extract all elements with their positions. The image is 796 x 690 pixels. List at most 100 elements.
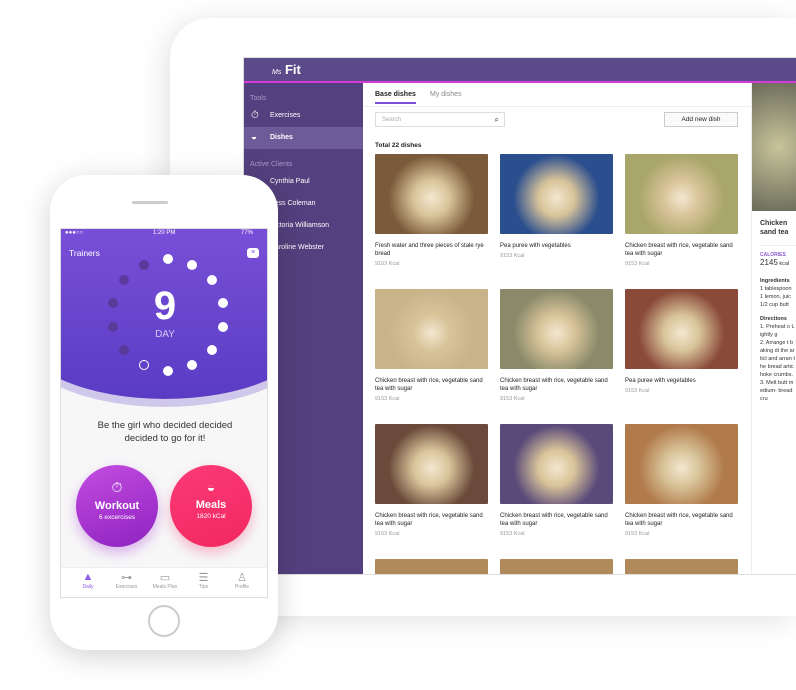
dish-card-partial[interactable] xyxy=(375,559,488,574)
search-icon: ⌕ xyxy=(494,115,499,124)
meals-button[interactable]: ◒ Meals 1820 kCal xyxy=(170,465,252,547)
dish-card[interactable]: Chicken breast with rice, vegetable sand… xyxy=(625,424,738,537)
workout-title: Workout xyxy=(94,500,140,512)
nav-label: Exercises xyxy=(115,584,138,590)
ingredient: 1 lemon, juic xyxy=(760,294,791,300)
directions-list: 1. Preheat o Lightly g 2. Arrange t baki… xyxy=(760,323,795,403)
nav-item-tips[interactable]: ☰ Tips xyxy=(184,571,224,590)
dish-card[interactable]: Pea puree with vegetables 9153 Kcal xyxy=(625,289,738,394)
dish-card[interactable]: Chicken breast with rice, vegetable sand… xyxy=(375,424,488,537)
nav-item-exercises[interactable]: ⊶ Exercises xyxy=(107,571,147,590)
bowl-icon: ◒ xyxy=(206,479,216,495)
dish-card[interactable]: Chicken breast with rice, vegetable sand… xyxy=(625,154,738,267)
dumbbell-icon: ⊶ xyxy=(121,572,132,584)
dish-kcal: 9153 Kcal xyxy=(500,253,525,259)
day-progress-dot xyxy=(138,259,149,270)
clipboard-icon: ▭ xyxy=(159,572,171,584)
dish-card[interactable]: Pea puree with vegetables 9153 Kcal xyxy=(500,154,613,259)
day-number: 9 xyxy=(153,284,177,328)
document-icon: ☰ xyxy=(198,572,209,584)
search-input[interactable]: Search ⌕ xyxy=(375,112,505,127)
active-clients-heading: Active Clients xyxy=(250,161,293,168)
tabs: Base dishes My dishes xyxy=(363,83,751,107)
dish-image xyxy=(625,559,738,574)
dish-name: Pea puree with vegetables xyxy=(625,378,696,384)
dish-kcal: 9153 Kcal xyxy=(375,396,400,402)
dish-name: Chicken breast with rice, vegetable sand… xyxy=(500,513,608,527)
dish-image xyxy=(625,289,738,369)
dish-image xyxy=(375,154,488,234)
search-placeholder: Search xyxy=(382,117,402,123)
direction-step: 2. Arrange t baking di the articl and ar… xyxy=(760,340,795,378)
logo-prefix: Ms xyxy=(272,69,282,76)
dish-card[interactable]: Fresh water and three pieces of stale ry… xyxy=(375,154,488,267)
chat-icon[interactable]: ≡ xyxy=(247,248,259,258)
dishes-panel: Base dishes My dishes Search ⌕ Add new di… xyxy=(363,83,751,574)
dish-kcal: 9153 Kcal xyxy=(625,531,650,537)
dish-card[interactable]: Chicken breast with rice, vegetable sand… xyxy=(500,424,613,537)
day-progress-dot xyxy=(187,259,198,270)
stopwatch-icon: ⏱ xyxy=(251,110,259,121)
dish-detail-title: Chicken sand tea xyxy=(760,220,789,236)
dish-card[interactable]: Chicken breast with rice, vegetable sand… xyxy=(375,289,488,402)
nav-item-profile[interactable]: ♙ Profile xyxy=(222,571,262,590)
dish-name: Chicken breast with rice, vegetable sand… xyxy=(375,513,483,527)
add-new-dish-button[interactable]: Add new dish xyxy=(664,112,738,127)
nav-item-daily[interactable]: ▲ Daily xyxy=(68,571,108,590)
tab-my-dishes[interactable]: My dishes xyxy=(430,91,462,98)
nav-label: Tips xyxy=(198,584,209,590)
dish-card[interactable]: Chicken breast with rice, vegetable sand… xyxy=(500,289,613,402)
dish-detail-panel: Chicken sand tea CALORIES 2145 kcal Ingr… xyxy=(751,83,796,574)
total-count: Total 22 dishes xyxy=(375,142,422,149)
dish-card-partial[interactable] xyxy=(625,559,738,574)
workout-button[interactable]: ⏱ Workout 6 excercises xyxy=(76,465,158,547)
motivational-quote: Be the girl who decided decided decided … xyxy=(97,420,233,444)
phone-speaker xyxy=(132,201,168,204)
home-button[interactable] xyxy=(148,605,180,637)
ingredient: 1 tablespoon xyxy=(760,286,792,292)
nav-label: Meals Plan xyxy=(152,584,178,590)
nav-label: Profile xyxy=(234,584,250,590)
logo-text: Fit xyxy=(284,62,301,77)
day-progress-dot xyxy=(163,366,173,376)
status-time: 1:20 PM xyxy=(153,230,176,236)
directions-heading: Directions xyxy=(760,316,787,322)
direction-step: 1. Preheat o Lightly g xyxy=(760,324,795,338)
dish-kcal: 9153 Kcal xyxy=(500,531,525,537)
dish-card-partial[interactable] xyxy=(500,559,613,574)
dish-image xyxy=(500,559,613,574)
dish-image xyxy=(375,289,488,369)
battery-level: 77% xyxy=(240,230,253,236)
sidebar-item-label: Exercises xyxy=(270,112,301,119)
ingredients-heading: Ingredients xyxy=(760,278,790,284)
logo: Ms Fit xyxy=(272,62,301,77)
bottom-nav: ▲ Daily ⊶ Exercises ▭ Meals Plan ☰ Tips ♙ Profile xyxy=(61,567,267,597)
dish-kcal: 9153 Kcal xyxy=(375,261,400,267)
dish-name: Fresh water and three pieces of stale ry… xyxy=(375,243,484,257)
sidebar-item-exercises[interactable]: ⏱ Exercises xyxy=(244,105,363,127)
tablet-screen: Ms Fit Tools ⏱ Exercises ◒ Dishes Active C… xyxy=(243,57,796,575)
sidebar-item-label: Dishes xyxy=(270,134,293,141)
direction-step: 3. Melt butt medium- bread cru xyxy=(760,380,794,402)
dish-name: Chicken breast with rice, vegetable sand… xyxy=(625,513,733,527)
day-label: DAY xyxy=(155,329,175,340)
dish-image xyxy=(625,424,738,504)
nav-item-meals-plan[interactable]: ▭ Meals Plan xyxy=(145,571,185,590)
dish-image xyxy=(375,424,488,504)
dish-name: Chicken breast with rice, vegetable sand… xyxy=(625,243,733,257)
dish-name: Chicken breast with rice, vegetable sand… xyxy=(375,378,483,392)
meals-title: Meals xyxy=(195,499,227,511)
sidebar-item-dishes[interactable]: ◒ Dishes xyxy=(244,127,363,149)
calories-unit: kcal xyxy=(779,261,790,267)
status-bar: ●●●○○ 1:20 PM 77% xyxy=(61,229,267,239)
day-progress-dot xyxy=(206,344,217,355)
dish-image xyxy=(375,559,488,574)
dish-image xyxy=(625,154,738,234)
day-progress-dot xyxy=(163,254,173,264)
meals-subtitle: 1820 kCal xyxy=(196,513,226,520)
nav-label: Daily xyxy=(82,584,94,590)
dish-image xyxy=(500,154,613,234)
dish-detail-image xyxy=(752,83,796,211)
dish-kcal: 9153 Kcal xyxy=(500,396,525,402)
tab-base-dishes[interactable]: Base dishes xyxy=(375,91,416,104)
